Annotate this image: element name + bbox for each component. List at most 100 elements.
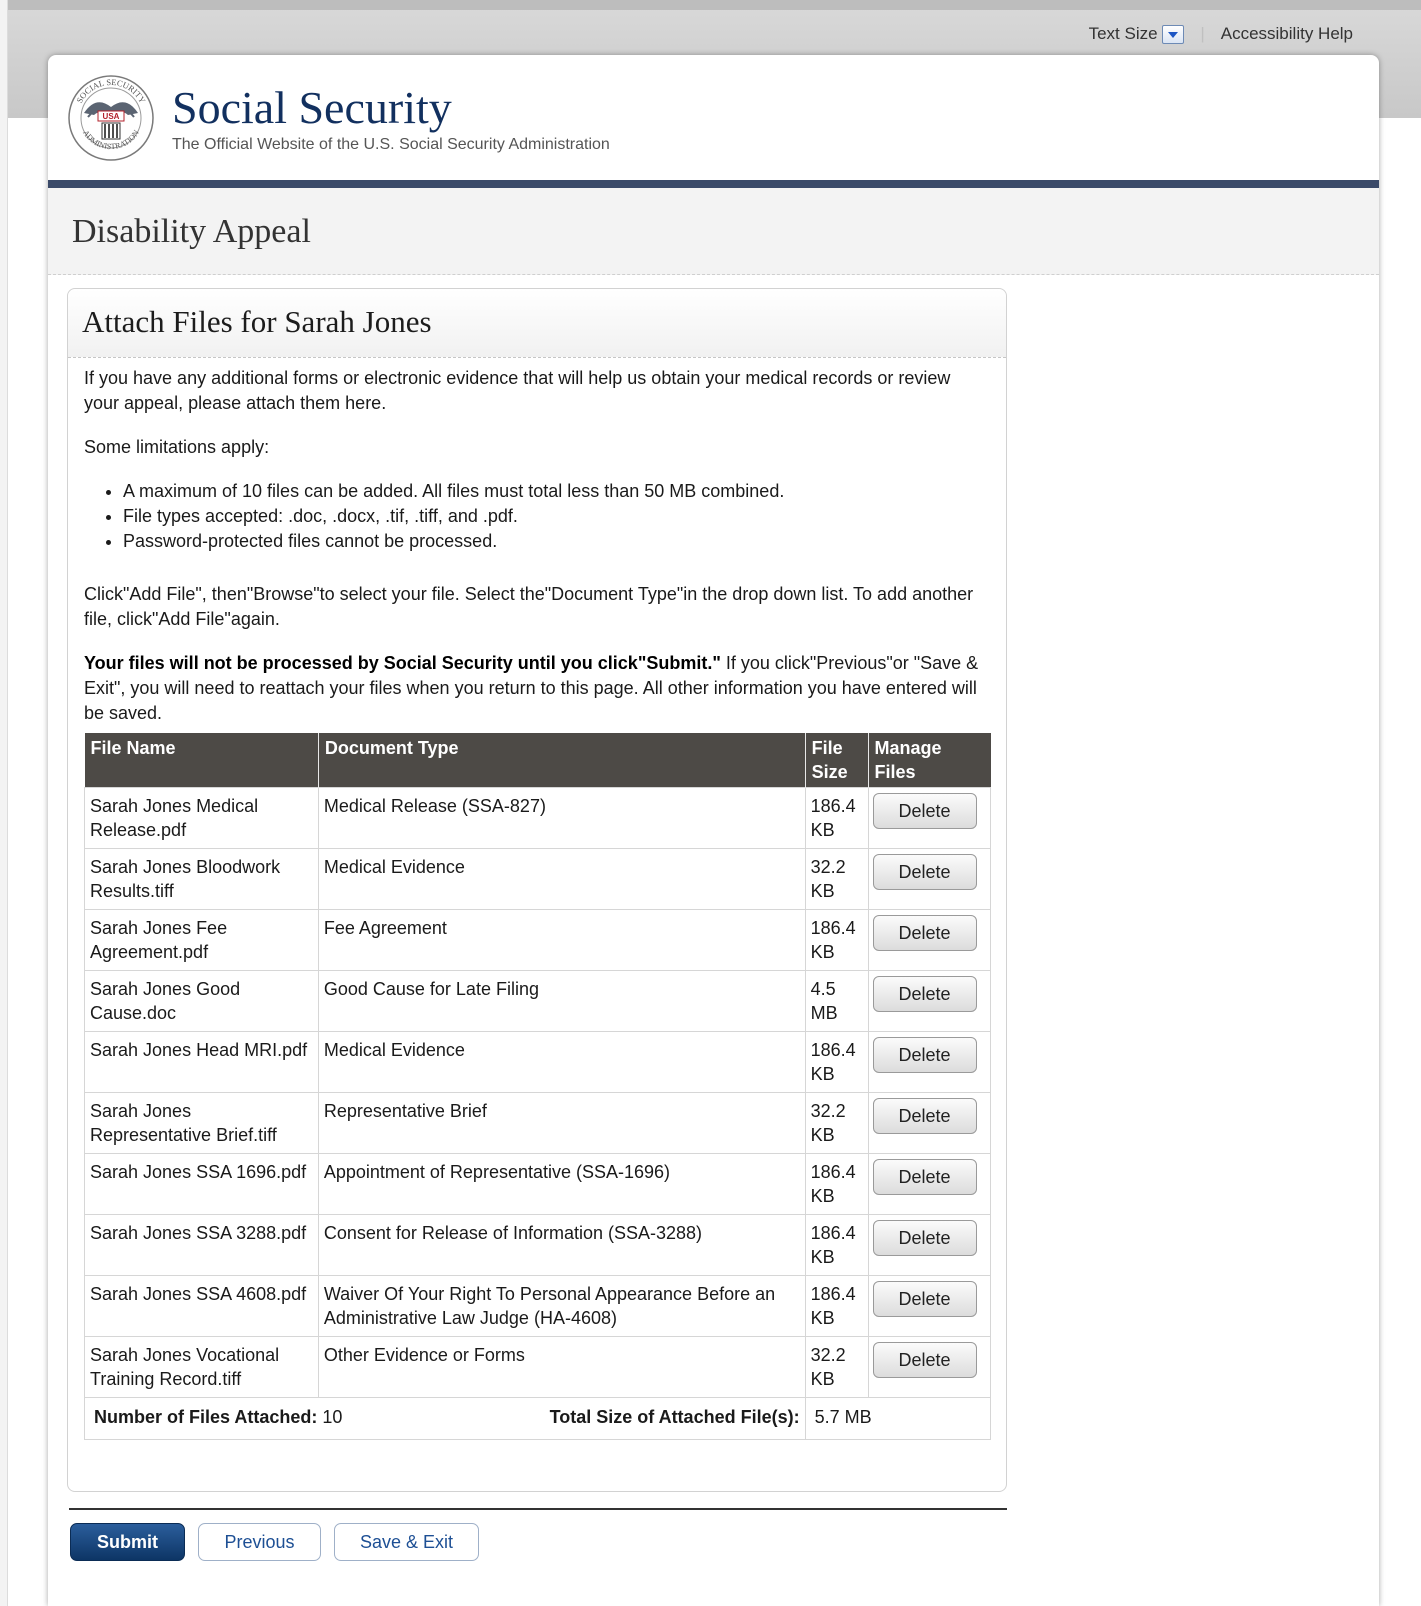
file-size-cell: 32.2 KB [804,848,869,910]
table-row: Sarah Jones SSA 3288.pdf Consent for Rel… [84,1214,992,1276]
file-name-cell: Sarah Jones SSA 1696.pdf [84,1153,319,1215]
site-header: USA SOCIAL SECURITY ADMINISTRATION Socia… [48,55,1379,180]
table-row: Sarah Jones SSA 1696.pdf Appointment of … [84,1153,992,1215]
instructions-text: Click"Add File", then"Browse"to select y… [84,584,974,629]
text-size-label[interactable]: Text Size [1089,24,1158,43]
accessibility-help-link[interactable]: Accessibility Help [1221,24,1353,44]
delete-button[interactable]: Delete [872,915,977,951]
manage-cell: Delete [867,787,992,849]
file-size-cell: 186.4 KB [804,1031,869,1093]
file-size-cell: 32.2 KB [804,1336,869,1398]
column-header-file-name: File Name [84,733,319,788]
manage-cell: Delete [867,1153,992,1215]
document-type-cell: Other Evidence or Forms [317,1336,806,1398]
app-title-bar: Disability Appeal [48,188,1379,275]
background-left-edge [0,0,8,1606]
brand-title[interactable]: Social Security [172,81,452,134]
table-row: Sarah Jones Representative Brief.tiff Re… [84,1092,992,1154]
file-size-cell: 186.4 KB [804,1214,869,1276]
panel-header: Attach Files for Sarah Jones [68,289,1006,358]
notice-text: Your files will not be processed by Soci… [84,651,990,726]
document-type-cell: Good Cause for Late Filing [317,970,806,1032]
utility-divider: | [1200,24,1205,43]
form-actions: Submit Previous Save & Exit [70,1523,479,1561]
file-name-cell: Sarah Jones Vocational Training Record.t… [84,1336,319,1398]
ssa-seal-logo[interactable]: USA SOCIAL SECURITY ADMINISTRATION [66,73,156,163]
submit-button[interactable]: Submit [70,1523,185,1561]
attached-files-table: File Name Document Type File Size Manage… [84,733,992,1440]
table-row: Sarah Jones SSA 4608.pdf Waiver Of Your … [84,1275,992,1337]
document-type-cell: Representative Brief [317,1092,806,1154]
svg-text:USA: USA [103,112,120,121]
delete-button[interactable]: Delete [872,793,977,829]
manage-cell: Delete [867,970,992,1032]
manage-cell: Delete [867,1275,992,1337]
manage-cell: Delete [867,1336,992,1398]
table-row: Sarah Jones Head MRI.pdf Medical Evidenc… [84,1031,992,1093]
table-row: Sarah Jones Good Cause.doc Good Cause fo… [84,970,992,1032]
file-name-cell: Sarah Jones Bloodwork Results.tiff [84,848,319,910]
app-title: Disability Appeal [72,213,311,250]
page-container: USA SOCIAL SECURITY ADMINISTRATION Socia… [48,55,1379,1606]
document-type-cell: Waiver Of Your Right To Personal Appeara… [317,1275,806,1337]
column-header-manage-files: Manage Files [868,733,991,788]
file-name-cell: Sarah Jones Fee Agreement.pdf [84,909,319,971]
limit-item: File types accepted: .doc, .docx, .tif, … [123,504,990,529]
delete-button[interactable]: Delete [872,1220,977,1256]
file-size-cell: 186.4 KB [804,1153,869,1215]
delete-button[interactable]: Delete [872,854,977,890]
delete-button[interactable]: Delete [872,1342,977,1378]
total-size-label: Total Size of Attached File(s): [549,1407,800,1427]
total-size-value: 5.7 MB [804,1397,992,1440]
manage-cell: Delete [867,909,992,971]
file-name-cell: Sarah Jones Representative Brief.tiff [84,1092,319,1154]
files-count-cell: Number of Files Attached: 10 Total Size … [84,1397,806,1440]
limit-item: Password-protected files cannot be proce… [123,529,990,554]
document-type-cell: Fee Agreement [317,909,806,971]
background-topline [0,0,1421,10]
delete-button[interactable]: Delete [872,1281,977,1317]
file-size-cell: 186.4 KB [804,1275,869,1337]
header-divider-bar [48,180,1379,188]
column-header-document-type: Document Type [318,733,806,788]
table-header-row: File Name Document Type File Size Manage… [84,733,991,788]
limit-item: A maximum of 10 files can be added. All … [123,479,990,504]
brand-subtitle: The Official Website of the U.S. Social … [172,136,610,153]
save-exit-button[interactable]: Save & Exit [334,1523,479,1561]
intro-text: If you have any additional forms or elec… [84,368,951,413]
limits-heading: Some limitations apply: [84,437,270,457]
file-size-cell: 186.4 KB [804,787,869,849]
manage-cell: Delete [867,1092,992,1154]
manage-cell: Delete [867,848,992,910]
files-count-value: 10 [322,1407,343,1427]
file-name-cell: Sarah Jones SSA 3288.pdf [84,1214,319,1276]
document-type-cell: Medical Release (SSA-827) [317,787,806,849]
file-name-cell: Sarah Jones SSA 4608.pdf [84,1275,319,1337]
notice-bold: Your files will not be processed by Soci… [84,653,721,673]
delete-button[interactable]: Delete [872,1159,977,1195]
delete-button[interactable]: Delete [872,1037,977,1073]
manage-cell: Delete [867,1214,992,1276]
file-name-cell: Sarah Jones Head MRI.pdf [84,1031,319,1093]
files-count-label: Number of Files Attached: [94,1407,318,1427]
previous-button[interactable]: Previous [198,1523,321,1561]
text-size-link[interactable]: Text Size [1089,24,1185,45]
delete-button[interactable]: Delete [872,1098,977,1134]
dropdown-arrow-icon[interactable] [1162,25,1185,45]
document-type-cell: Consent for Release of Information (SSA-… [317,1214,806,1276]
file-name-cell: Sarah Jones Medical Release.pdf [84,787,319,849]
file-size-cell: 186.4 KB [804,909,869,971]
utility-bar: Text Size | Accessibility Help [1089,24,1353,45]
delete-button[interactable]: Delete [872,976,977,1012]
manage-cell: Delete [867,1031,992,1093]
column-header-file-size: File Size [805,733,869,788]
table-row: Sarah Jones Fee Agreement.pdf Fee Agreem… [84,909,992,971]
file-name-cell: Sarah Jones Good Cause.doc [84,970,319,1032]
table-row: Sarah Jones Bloodwork Results.tiff Medic… [84,848,992,910]
panel-body: If you have any additional forms or elec… [68,358,1006,1440]
document-type-cell: Medical Evidence [317,848,806,910]
table-row: Sarah Jones Vocational Training Record.t… [84,1336,992,1398]
panel-title: Attach Files for Sarah Jones [82,304,432,339]
actions-divider [69,1508,1007,1510]
totals-row: Number of Files Attached: 10 Total Size … [84,1397,992,1440]
